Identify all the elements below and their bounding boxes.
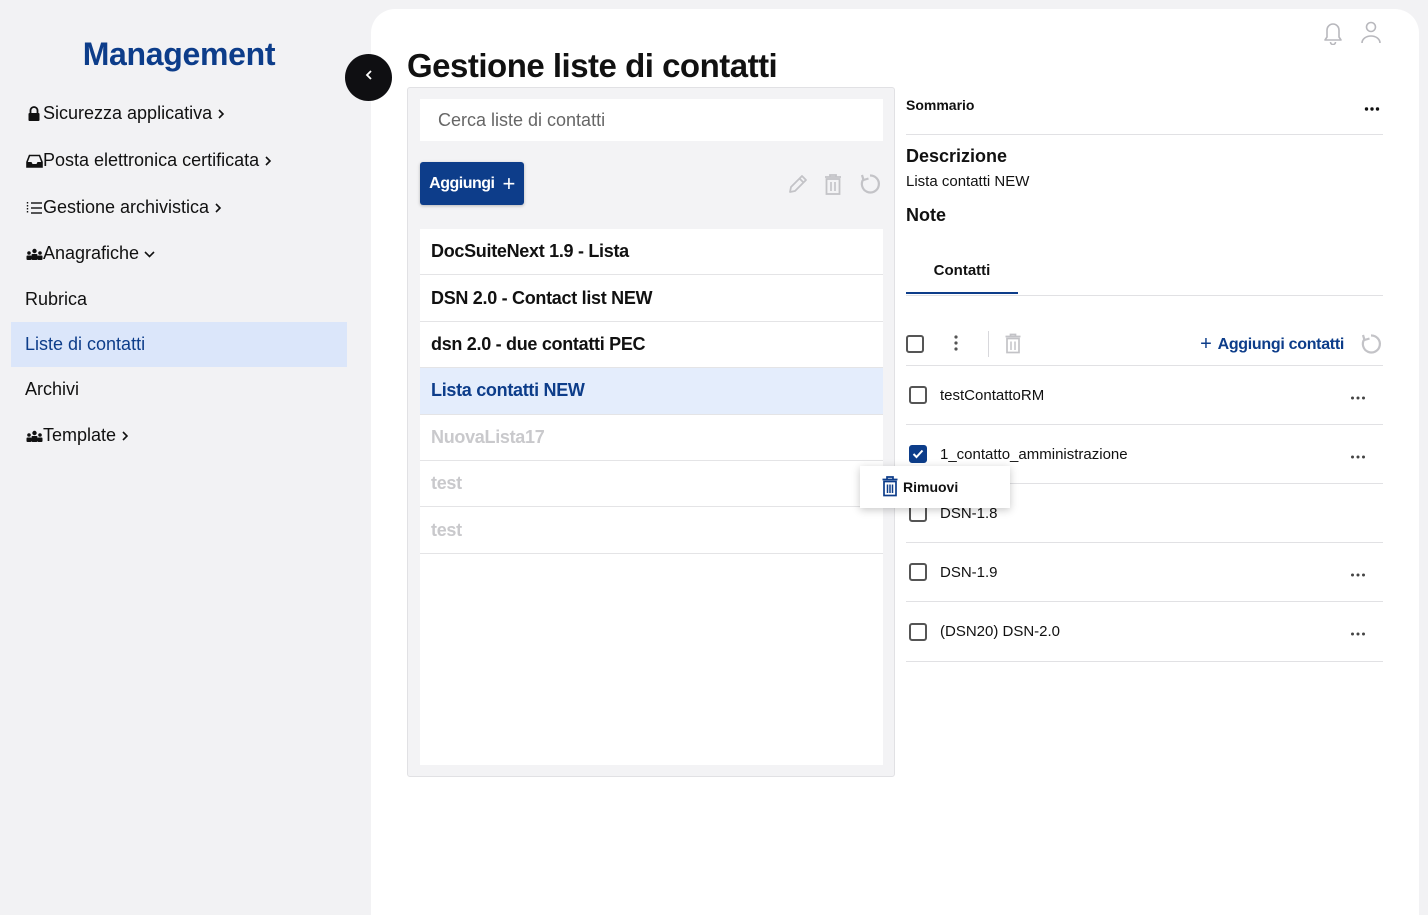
inbox-icon bbox=[25, 152, 43, 170]
contact-lists-list: DocSuiteNext 1.9 - Lista DSN 2.0 - Conta… bbox=[420, 229, 883, 765]
note-label: Note bbox=[906, 205, 946, 225]
more-options-icon[interactable] bbox=[1350, 388, 1366, 406]
users-icon bbox=[25, 427, 43, 445]
list-item-disabled[interactable]: NuovaLista17 bbox=[420, 415, 883, 461]
description-value: Lista contatti NEW bbox=[906, 173, 1030, 190]
add-contacts-label: Aggiungi contatti bbox=[1217, 335, 1345, 353]
list-icon bbox=[25, 199, 43, 217]
contact-name: (DSN20) DSN-2.0 bbox=[940, 623, 1061, 640]
user-icon[interactable] bbox=[1359, 19, 1383, 50]
contact-name: testContattoRM bbox=[940, 386, 1045, 404]
contact-checkbox[interactable] bbox=[909, 445, 927, 463]
plus-icon: + bbox=[1200, 333, 1212, 355]
sidebar-item-rubrica[interactable]: Rubrica bbox=[11, 277, 347, 322]
sidebar-item-label: Archivi bbox=[25, 379, 80, 399]
sidebar-item-label: Gestione archivistica bbox=[43, 197, 210, 217]
collapse-sidebar-button[interactable] bbox=[345, 54, 392, 101]
chevron-right-icon bbox=[216, 108, 226, 120]
list-item-label: dsn 2.0 - due contatti PEC bbox=[431, 333, 646, 354]
more-options-icon[interactable] bbox=[1350, 447, 1366, 465]
divider bbox=[906, 134, 1383, 135]
list-item-label: test bbox=[431, 473, 462, 494]
sidebar-item-label: Anagrafiche bbox=[43, 243, 140, 263]
sidebar-item-liste-contatti[interactable]: Liste di contatti bbox=[11, 322, 347, 367]
contact-name: 1_contatto_amministrazione bbox=[940, 445, 1128, 463]
trash-icon bbox=[881, 475, 899, 500]
trash-icon[interactable] bbox=[822, 172, 844, 201]
list-item-disabled[interactable]: test bbox=[420, 461, 883, 508]
search-input[interactable] bbox=[420, 99, 883, 141]
sidebar-item-label: Sicurezza applicativa bbox=[43, 103, 213, 123]
summary-label: Sommario bbox=[906, 97, 975, 113]
remove-menu-item[interactable]: Rimuovi bbox=[860, 466, 1010, 508]
add-button[interactable]: Aggiungi + bbox=[420, 162, 524, 205]
contact-checkbox[interactable] bbox=[909, 386, 927, 404]
tab-contatti[interactable]: Contatti bbox=[906, 249, 1018, 294]
refresh-icon[interactable] bbox=[858, 172, 882, 201]
select-all-checkbox[interactable] bbox=[906, 335, 924, 353]
contact-name: DSN-1.9 bbox=[940, 563, 998, 581]
list-item-selected[interactable]: Lista contatti NEW bbox=[420, 368, 883, 415]
check-icon bbox=[912, 449, 924, 459]
add-contacts-button[interactable]: + Aggiungi contatti bbox=[1200, 333, 1344, 356]
sidebar-item-archivi[interactable]: Archivi bbox=[11, 367, 347, 412]
list-item-label: Lista contatti NEW bbox=[431, 380, 585, 401]
pencil-icon[interactable] bbox=[786, 172, 810, 201]
refresh-icon[interactable] bbox=[1359, 332, 1383, 361]
sidebar-item-label: Posta elettronica certificata bbox=[43, 150, 260, 170]
more-options-icon[interactable] bbox=[1364, 99, 1380, 117]
contact-checkbox[interactable] bbox=[909, 622, 927, 641]
bell-icon[interactable] bbox=[1321, 19, 1345, 50]
sidebar: Management Sicurezza applicativa Posta e… bbox=[0, 0, 360, 915]
chevron-left-icon bbox=[363, 68, 375, 87]
chevron-down-icon bbox=[143, 249, 156, 259]
users-icon bbox=[25, 245, 43, 263]
lock-icon bbox=[25, 105, 43, 123]
sidebar-item-label: Template bbox=[43, 425, 117, 445]
kebab-menu-icon[interactable] bbox=[953, 334, 959, 357]
plus-icon: + bbox=[502, 170, 515, 196]
add-button-label: Aggiungi bbox=[429, 174, 495, 192]
contact-row[interactable]: testContattoRM bbox=[906, 366, 1383, 425]
list-item-label: DSN 2.0 - Contact list NEW bbox=[431, 287, 653, 308]
remove-label: Rimuovi bbox=[903, 479, 959, 495]
sidebar-item-label: Rubrica bbox=[25, 289, 88, 309]
list-item-disabled[interactable]: test bbox=[420, 507, 883, 554]
toolbar-divider bbox=[988, 331, 989, 357]
list-item-label: test bbox=[431, 519, 462, 540]
list-item[interactable]: DocSuiteNext 1.9 - Lista bbox=[420, 229, 883, 276]
chevron-right-icon bbox=[263, 155, 273, 167]
page-title: Gestione liste di contatti bbox=[407, 47, 778, 84]
chevron-right-icon bbox=[120, 430, 130, 442]
contact-row[interactable]: (DSN20) DSN-2.0 bbox=[906, 602, 1383, 662]
sidebar-item-anagrafiche[interactable]: Anagrafiche bbox=[11, 231, 347, 276]
brand-title: Management bbox=[82, 36, 276, 72]
main-content: Gestione liste di contatti Aggiungi + Do… bbox=[371, 9, 1419, 915]
sidebar-item-sicurezza[interactable]: Sicurezza applicativa bbox=[11, 91, 347, 136]
list-item[interactable]: dsn 2.0 - due contatti PEC bbox=[420, 322, 883, 369]
contact-checkbox[interactable] bbox=[909, 563, 927, 581]
contact-row[interactable]: DSN-1.9 bbox=[906, 543, 1383, 602]
sidebar-item-archivistica[interactable]: Gestione archivistica bbox=[11, 185, 347, 230]
sidebar-item-template[interactable]: Template bbox=[11, 413, 347, 458]
description-label: Descrizione bbox=[906, 146, 1008, 166]
sidebar-item-pec[interactable]: Posta elettronica certificata bbox=[11, 138, 347, 183]
chevron-right-icon bbox=[213, 202, 223, 214]
trash-icon[interactable] bbox=[1003, 332, 1023, 359]
sidebar-item-label: Liste di contatti bbox=[25, 334, 146, 354]
contact-lists-panel: Aggiungi + DocSuiteNext 1.9 - Lista DSN … bbox=[407, 87, 895, 777]
more-options-icon[interactable] bbox=[1350, 565, 1366, 583]
list-item-label: DocSuiteNext 1.9 - Lista bbox=[431, 241, 629, 262]
list-item-label: NuovaLista17 bbox=[431, 426, 545, 447]
list-item[interactable]: DSN 2.0 - Contact list NEW bbox=[420, 275, 883, 322]
divider bbox=[906, 295, 1383, 296]
more-options-icon[interactable] bbox=[1350, 624, 1366, 642]
